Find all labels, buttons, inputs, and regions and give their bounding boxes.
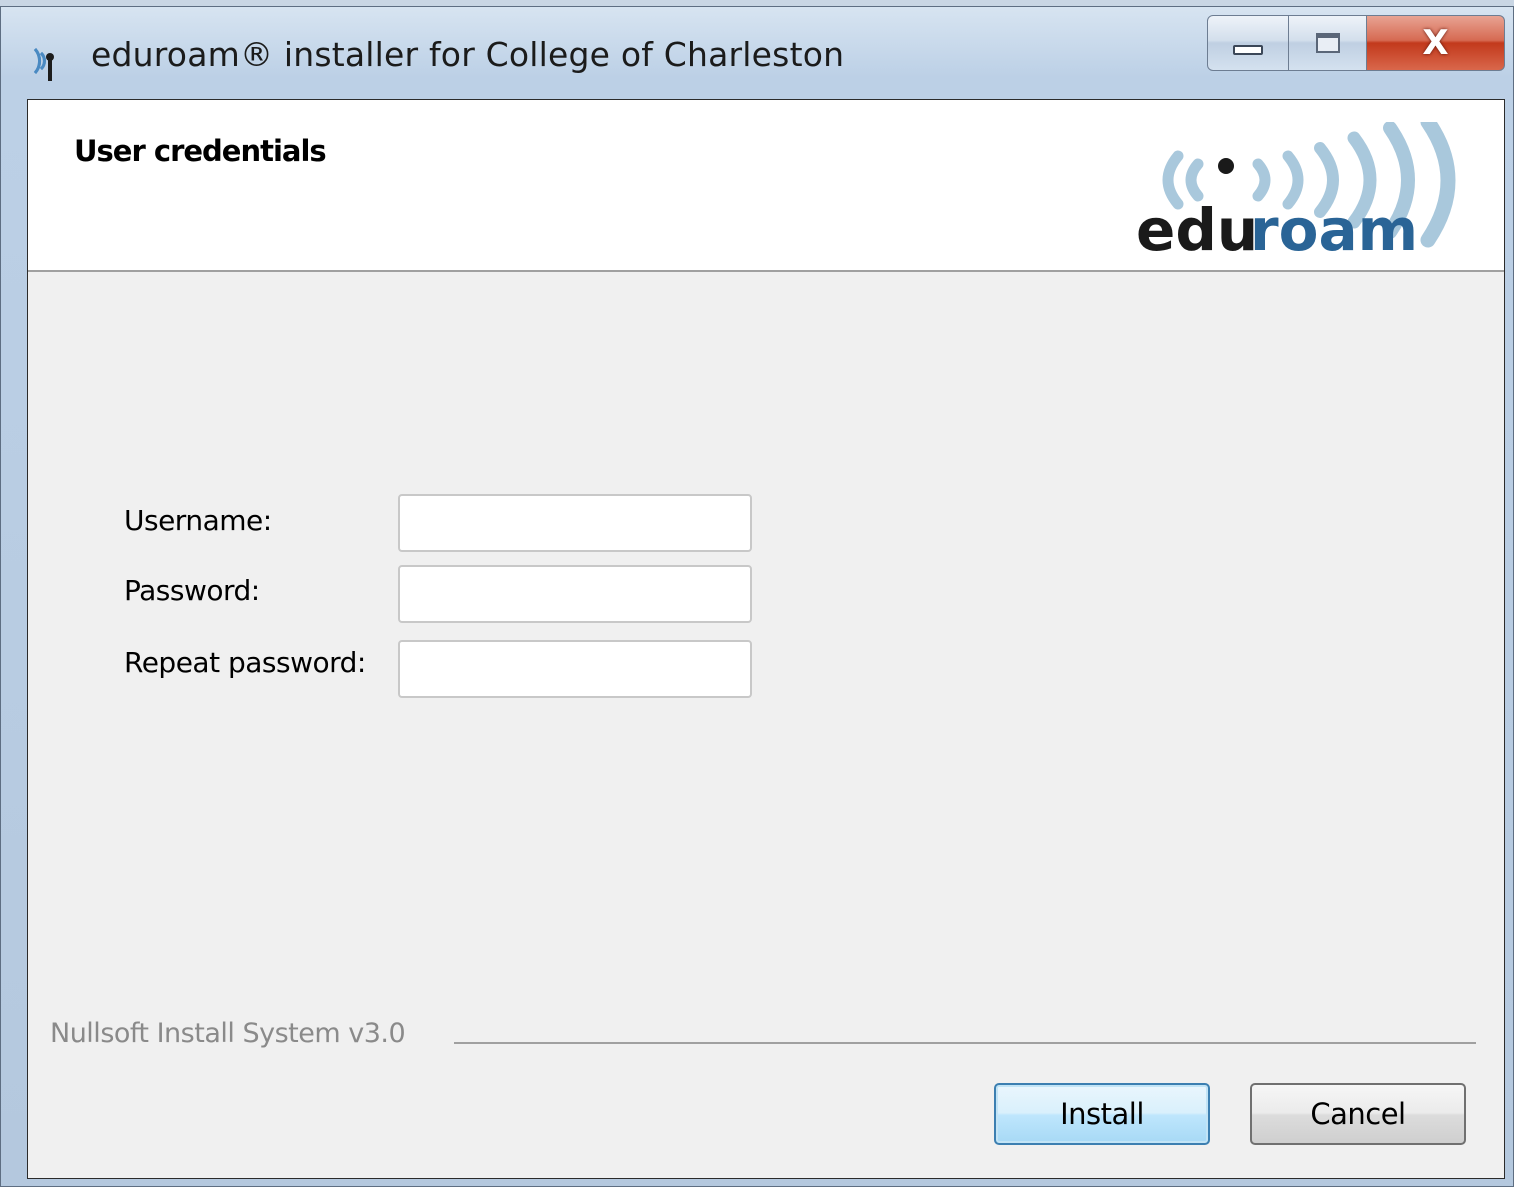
- minimize-button[interactable]: [1207, 15, 1289, 71]
- cancel-button[interactable]: Cancel: [1250, 1083, 1466, 1145]
- install-button[interactable]: Install: [994, 1083, 1210, 1145]
- title-bar[interactable]: eduroam® installer for College of Charle…: [1, 7, 1513, 99]
- logo-text-roam: roam: [1250, 196, 1418, 262]
- page-title: User credentials: [74, 134, 327, 168]
- eduroam-logo: edu roam: [1136, 122, 1456, 262]
- username-label: Username:: [124, 504, 272, 537]
- window-title: eduroam® installer for College of Charle…: [91, 35, 845, 74]
- password-label: Password:: [124, 574, 260, 607]
- nsis-branding: Nullsoft Install System v3.0: [50, 1018, 406, 1049]
- branding-divider: [454, 1042, 1476, 1044]
- window-controls: X: [1207, 15, 1505, 75]
- installer-page: User credentials edu roam Username: Pass…: [27, 99, 1505, 1179]
- repeat-password-input[interactable]: [398, 640, 752, 698]
- close-icon: X: [1422, 23, 1449, 63]
- username-input[interactable]: [398, 494, 752, 552]
- password-input[interactable]: [398, 565, 752, 623]
- eduroam-app-icon: [33, 48, 54, 81]
- minimize-icon: [1233, 45, 1263, 55]
- installer-window: eduroam® installer for College of Charle…: [0, 6, 1514, 1187]
- maximize-button[interactable]: [1289, 15, 1367, 71]
- maximize-icon: [1315, 33, 1340, 53]
- page-header: User credentials edu roam: [28, 100, 1504, 272]
- repeat-password-label: Repeat password:: [124, 646, 366, 679]
- close-button[interactable]: X: [1367, 15, 1505, 71]
- logo-text-edu: edu: [1136, 196, 1258, 262]
